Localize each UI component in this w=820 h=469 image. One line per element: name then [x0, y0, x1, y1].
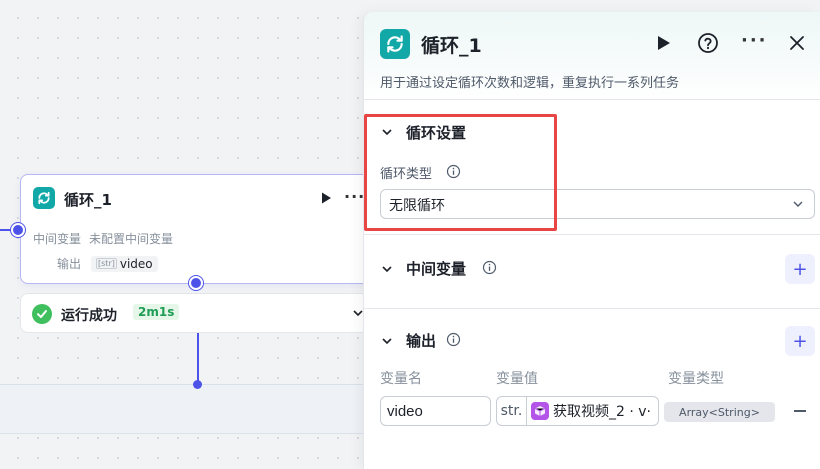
loop-connector-dot [193, 380, 202, 389]
loop-connector-edge [197, 333, 199, 385]
more-icon[interactable]: ··· [741, 30, 768, 51]
play-icon[interactable] [654, 34, 672, 52]
intermediate-label: 中间变量 [33, 232, 82, 246]
divider [364, 308, 820, 309]
output-variable-name-input[interactable] [380, 396, 491, 426]
value-source-type[interactable]: str. [497, 397, 527, 425]
loop-icon [33, 187, 55, 209]
info-icon[interactable] [446, 332, 461, 347]
cube-icon [531, 402, 549, 420]
column-variable-value: 变量值 [496, 371, 538, 387]
loop-icon [380, 29, 410, 59]
output-variable-value-select[interactable]: str. 获取视频_2 · v· [496, 396, 659, 426]
divider [364, 234, 820, 235]
loop-body-area[interactable] [0, 384, 363, 434]
node-output-row: 输出 [str] video [57, 255, 158, 272]
output-title[interactable]: 输出 [406, 330, 436, 351]
column-variable-type: 变量类型 [668, 371, 724, 387]
value-reference-label: 获取视频_2 · v· [553, 404, 651, 420]
output-variable-tag: [str] video [91, 255, 158, 272]
node-config-panel: 循环_1 ··· 用于通过设定循环次数和逻辑，重复执行一系列任务 循环设置 循环… [363, 12, 820, 469]
output-label: 输出 [57, 257, 82, 271]
intermediate-value: 未配置中间变量 [89, 232, 174, 246]
input-port[interactable] [11, 223, 25, 237]
intermediate-variables-title[interactable]: 中间变量 [406, 258, 466, 279]
chevron-down-icon[interactable] [380, 334, 394, 348]
panel-header: 循环_1 ··· 用于通过设定循环次数和逻辑，重复执行一系列任务 [364, 12, 820, 100]
value-reference[interactable]: 获取视频_2 · v· [527, 401, 651, 421]
status-duration-badge: 2m1s [133, 304, 180, 320]
status-text: 运行成功 [61, 308, 117, 324]
annotation-highlight-box [364, 114, 557, 231]
output-variable-name: video [119, 256, 153, 271]
string-array-icon: [str] [96, 258, 117, 269]
column-variable-name: 变量名 [380, 371, 422, 387]
success-check-icon [32, 304, 52, 324]
node-title: 循环_1 [64, 191, 112, 209]
more-icon[interactable]: ··· [344, 187, 363, 206]
close-icon[interactable] [788, 34, 806, 52]
add-output-variable-button[interactable]: + [785, 326, 815, 356]
node-intermediate-row: 中间变量 未配置中间变量 [33, 230, 173, 247]
variable-type-badge: Array<String> [664, 402, 775, 422]
chevron-down-icon[interactable] [380, 262, 394, 276]
run-status-card[interactable]: 运行成功 2m1s [20, 293, 363, 333]
chevron-down-icon [793, 201, 803, 207]
add-intermediate-variable-button[interactable]: + [785, 254, 815, 284]
info-icon[interactable] [482, 260, 497, 275]
panel-title[interactable]: 循环_1 [421, 31, 482, 58]
output-port[interactable] [189, 276, 203, 290]
chevron-down-icon[interactable] [351, 306, 363, 320]
help-icon[interactable] [697, 32, 719, 54]
loop-node-card[interactable]: 循环_1 ··· 中间变量未配置中间变量 输出 [str] video [20, 174, 363, 284]
panel-description: 用于通过设定循环次数和逻辑，重复执行一系列任务 [380, 76, 680, 91]
play-icon[interactable] [319, 191, 333, 205]
remove-output-variable-button[interactable] [794, 410, 806, 412]
workflow-canvas[interactable]: 循环_1 ··· 中间变量未配置中间变量 输出 [str] video 运行成功… [0, 0, 363, 469]
